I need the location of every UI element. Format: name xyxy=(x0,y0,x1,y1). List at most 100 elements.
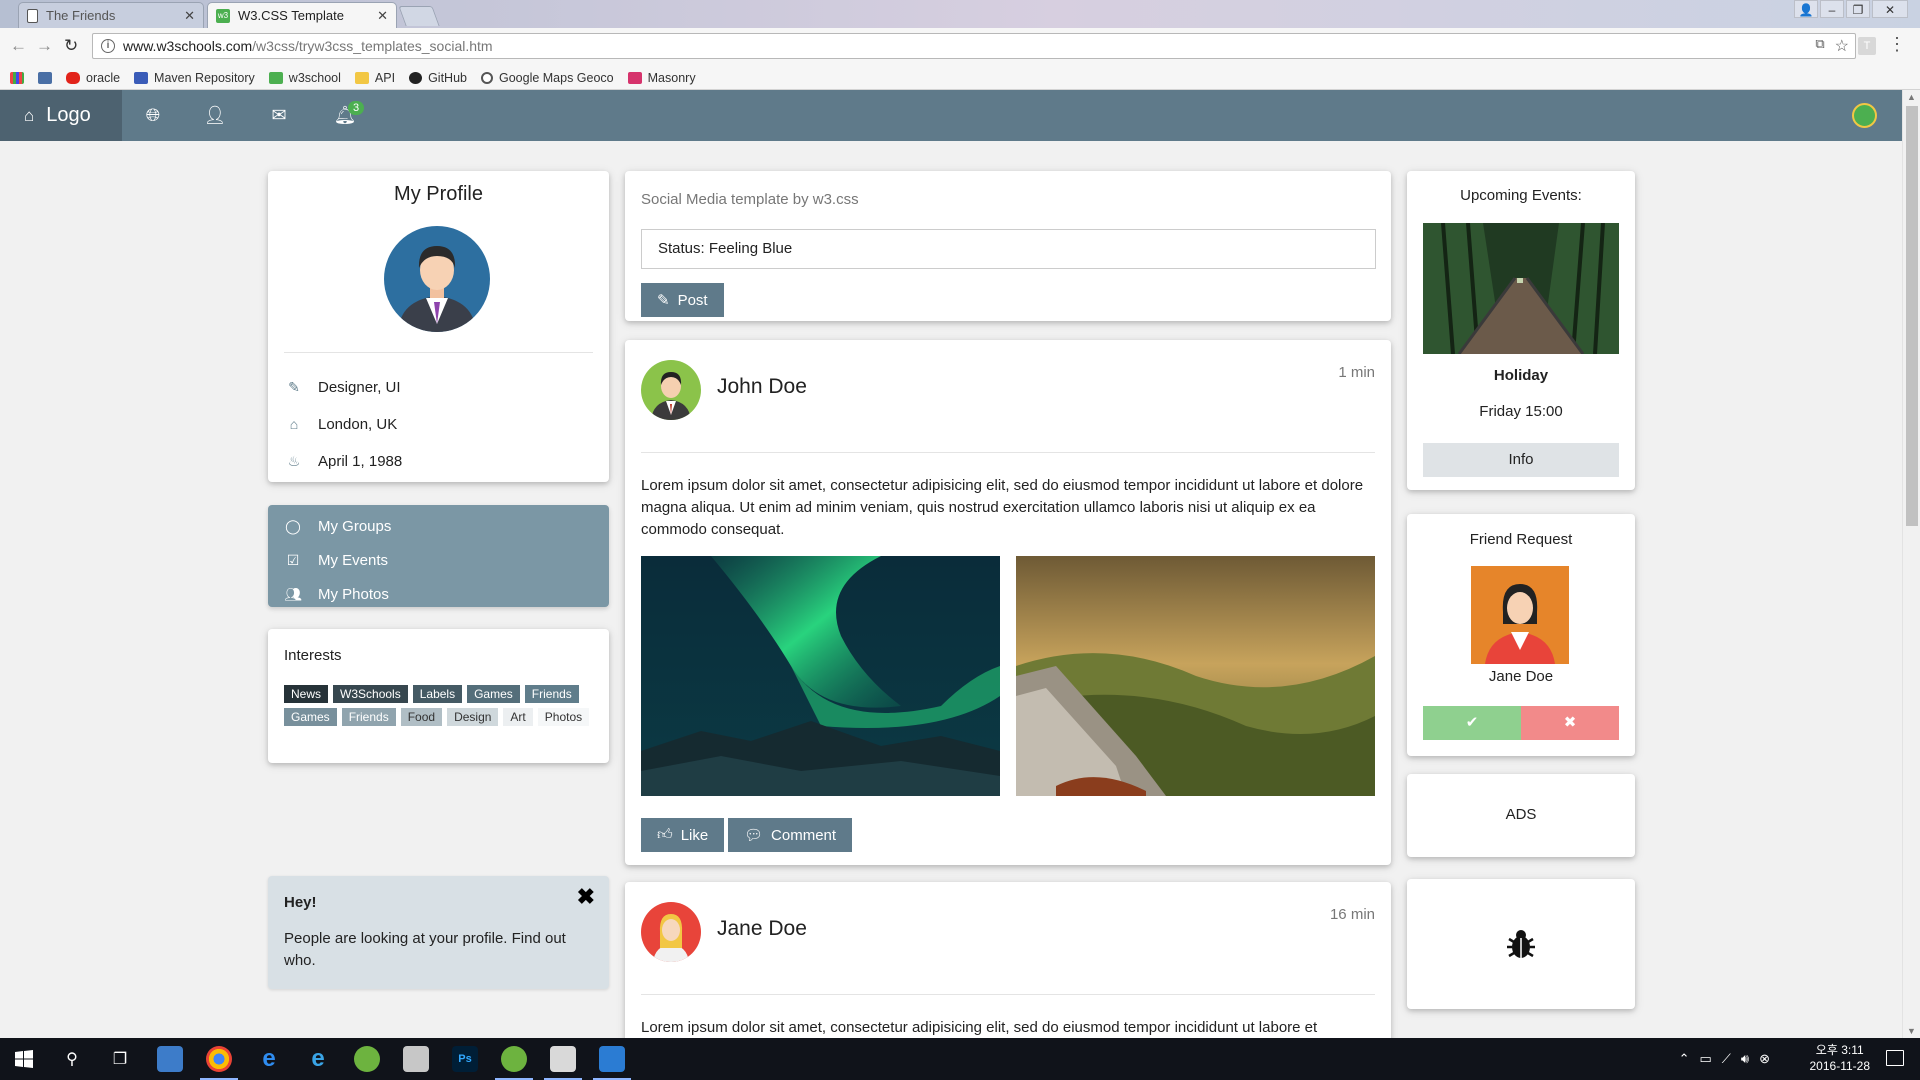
forward-icon[interactable]: → xyxy=(36,36,53,56)
browser-tab-active[interactable]: w3 W3.CSS Template ✕ xyxy=(207,2,397,28)
top-navbar: ⌂ Logo 🌐︎ 👤︎ ✉ 🔔︎ 3 xyxy=(0,90,1902,141)
chevron-up-icon[interactable]: ⌃ xyxy=(1679,1051,1690,1067)
page-scrollbar[interactable]: ▲ ▼ xyxy=(1902,90,1920,1038)
edge-icon[interactable]: e xyxy=(256,1046,282,1072)
photoshop-icon[interactable]: Ps xyxy=(452,1046,478,1072)
profile-birthday-text: April 1, 1988 xyxy=(318,452,403,470)
task-view-icon[interactable]: ❐ xyxy=(106,1045,134,1073)
interest-tag[interactable]: Games xyxy=(467,685,520,703)
accordion-menu: ◯ My Groups ☑ My Events 👥︎ My Photos xyxy=(268,505,609,607)
bug-card xyxy=(1407,879,1635,1009)
post-author[interactable]: Jane Doe xyxy=(717,917,807,941)
like-button[interactable]: 👍︎ Like xyxy=(641,818,725,852)
volume-icon[interactable]: 🔊︎ xyxy=(1741,1051,1749,1067)
close-icon[interactable]: ✕ xyxy=(377,8,388,24)
bookmark-folder-icon[interactable] xyxy=(38,71,52,84)
media-player-icon[interactable] xyxy=(403,1046,429,1072)
nav-logo[interactable]: ⌂ Logo xyxy=(0,90,122,141)
apps-icon[interactable] xyxy=(10,71,24,84)
bookmark-masonry[interactable]: Masonry xyxy=(627,71,696,85)
interest-tag[interactable]: Labels xyxy=(412,685,463,703)
file-explorer-icon[interactable] xyxy=(157,1046,183,1072)
interest-tag[interactable]: Design xyxy=(447,708,499,726)
bug-icon xyxy=(1504,927,1538,961)
search-icon[interactable]: ⚲ xyxy=(58,1045,86,1073)
messages-button[interactable]: ✉ xyxy=(248,90,310,141)
bookmark-github[interactable]: GitHub xyxy=(409,71,467,85)
thumbs-up-icon: 👍︎ xyxy=(657,826,673,843)
friend-name[interactable]: Jane Doe xyxy=(1407,668,1635,685)
close-icon[interactable]: ✖ xyxy=(577,884,595,910)
accordion-my-events[interactable]: ☑ My Events xyxy=(284,549,388,571)
clock-time: 오후 3:11 xyxy=(1815,1043,1864,1057)
restore-button[interactable]: ❐ xyxy=(1846,0,1870,18)
interest-tag[interactable]: Friends xyxy=(341,708,396,726)
avatar[interactable] xyxy=(1852,103,1877,128)
menu-icon[interactable]: ⋮ xyxy=(1888,34,1906,55)
interest-tag[interactable]: Games xyxy=(284,708,337,726)
bookmark-api[interactable]: API xyxy=(354,71,395,85)
avatar[interactable] xyxy=(641,360,701,420)
translate-icon[interactable]: ⧉ xyxy=(1815,36,1824,56)
interest-tag[interactable]: W3Schools xyxy=(333,685,408,703)
avatar[interactable] xyxy=(1471,566,1569,664)
scroll-up-icon[interactable]: ▲ xyxy=(1907,92,1916,102)
bookmark-maven[interactable]: Maven Repository xyxy=(134,71,255,85)
news-button[interactable]: 🌐︎ xyxy=(122,90,184,141)
event-info-button[interactable]: Info xyxy=(1423,443,1619,477)
interest-tag[interactable]: News xyxy=(284,685,329,703)
action-center-icon[interactable] xyxy=(1886,1050,1904,1066)
user-icon[interactable]: 👤 xyxy=(1794,0,1818,18)
accept-button[interactable]: ✔ xyxy=(1423,706,1521,740)
status-input[interactable]: Status: Feeling Blue xyxy=(641,229,1376,269)
mountain-valley-image[interactable] xyxy=(1016,556,1375,796)
interest-tag[interactable]: Art xyxy=(503,708,533,726)
internet-explorer-icon[interactable]: e xyxy=(305,1046,331,1072)
account-button[interactable]: 👤︎ xyxy=(184,90,246,141)
taskbar-clock[interactable]: 오후 3:11 2016-11-28 xyxy=(1810,1042,1871,1074)
bookmark-oracle[interactable]: oracle xyxy=(66,71,120,85)
accordion-my-photos[interactable]: 👥︎ My Photos xyxy=(284,583,389,605)
notifications-button[interactable]: 🔔︎ 3 xyxy=(314,90,376,141)
post-button[interactable]: ✎ Post xyxy=(641,283,724,317)
post-author[interactable]: John Doe xyxy=(717,375,807,399)
info-icon[interactable]: i xyxy=(101,39,115,53)
browser-tab[interactable]: The Friends ✕ xyxy=(18,2,204,28)
document-app-icon[interactable] xyxy=(550,1046,576,1072)
windows-start-icon[interactable] xyxy=(10,1045,38,1073)
wifi-icon[interactable]: ⟋ xyxy=(1722,1051,1731,1067)
battery-icon[interactable]: ▭ xyxy=(1699,1051,1711,1067)
spring-tool-suite-icon[interactable] xyxy=(354,1046,380,1072)
back-icon[interactable]: ← xyxy=(10,36,27,56)
home-icon: ⌂ xyxy=(289,416,299,432)
avatar[interactable] xyxy=(641,902,701,962)
decline-button[interactable]: ✖ xyxy=(1521,706,1619,740)
profile-views-alert: Hey! ✖ People are looking at your profil… xyxy=(268,876,609,989)
interest-tag[interactable]: Photos xyxy=(537,708,590,726)
minimize-button[interactable]: – xyxy=(1820,0,1844,18)
extension-icon[interactable]: T xyxy=(1858,37,1876,55)
spring-tool-suite-icon[interactable] xyxy=(501,1046,527,1072)
accordion-my-groups[interactable]: ◯ My Groups xyxy=(284,515,391,537)
star-icon[interactable]: ☆ xyxy=(1835,36,1849,56)
no-network-icon[interactable]: ⊗ xyxy=(1759,1051,1770,1067)
url-input[interactable]: i www.w3schools.com/w3css/tryw3css_templ… xyxy=(92,33,1856,59)
remote-desktop-icon[interactable] xyxy=(599,1046,625,1072)
url-host: www.w3schools.com xyxy=(123,38,253,54)
bookmark-w3school[interactable]: w3school xyxy=(268,71,341,85)
pencil-icon: ✎ xyxy=(657,292,670,309)
reload-icon[interactable]: ↻ xyxy=(64,36,78,56)
scroll-thumb[interactable] xyxy=(1906,106,1918,526)
bookmark-google-maps[interactable]: Google Maps Geoco xyxy=(480,71,614,85)
scroll-down-icon[interactable]: ▼ xyxy=(1907,1026,1916,1036)
new-tab-button[interactable] xyxy=(398,6,440,26)
northern-lights-image[interactable] xyxy=(641,556,1000,796)
comment-button[interactable]: 💬︎ Comment xyxy=(728,818,853,852)
close-window-button[interactable]: ✕ xyxy=(1872,0,1908,18)
interest-tag[interactable]: Food xyxy=(400,708,443,726)
close-icon[interactable]: ✕ xyxy=(184,8,195,24)
interest-tag[interactable]: Friends xyxy=(524,685,579,703)
address-bar-row: ← → ↻ i www.w3schools.com/w3css/tryw3css… xyxy=(0,28,1920,66)
chrome-icon[interactable] xyxy=(206,1046,232,1072)
forest-bridge-image[interactable] xyxy=(1423,223,1619,354)
